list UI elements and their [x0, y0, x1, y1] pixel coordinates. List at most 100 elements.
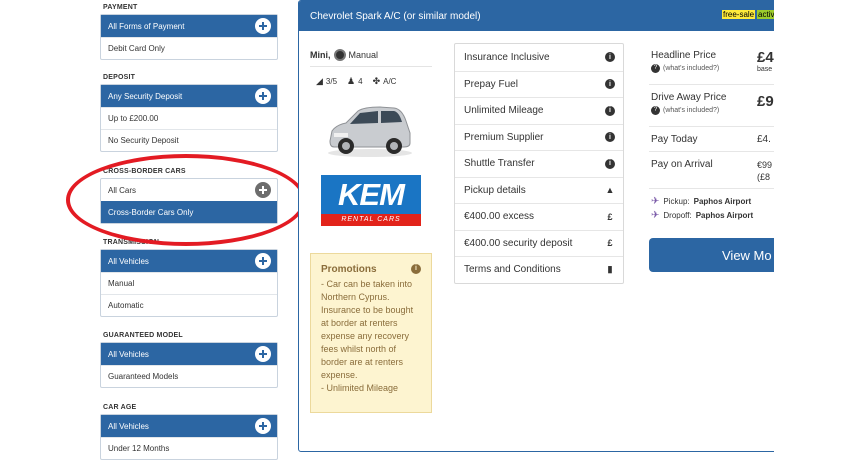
filter-option-label: Any Security Deposit — [108, 91, 183, 101]
feature-premium-supplier[interactable]: Premium Supplier i — [455, 123, 623, 151]
info-icon[interactable]: i — [605, 79, 615, 90]
promotions-box: Promotions i - Car can be taken into Nor… — [310, 253, 432, 413]
headline-price-basis: base — [757, 66, 773, 73]
filter-option-all-cars[interactable]: All Cars — [101, 179, 277, 201]
plane-icon: ✈ — [651, 209, 660, 221]
promotions-text: - Car can be taken into Northern Cyprus.… — [321, 279, 414, 380]
viewport-edge — [774, 0, 862, 463]
filter-option-label: No Security Deposit — [108, 136, 179, 145]
filter-option-guaranteed-models[interactable]: Guaranteed Models — [101, 365, 277, 387]
pay-on-arrival-euro: €99 — [757, 160, 773, 170]
vehicle-title: Chevrolet Spark A/C (or similar model) — [310, 10, 481, 22]
pickup-label: Pickup: — [663, 196, 690, 206]
filter-option-manual[interactable]: Manual — [101, 272, 277, 294]
deposit-options: Any Security Deposit Up to £200.00 No Se… — [100, 84, 278, 152]
filter-option-under-12-months[interactable]: Under 12 Months — [101, 437, 277, 459]
feature-label: €400.00 security deposit — [464, 237, 573, 249]
dropoff-location-name: Paphos Airport — [695, 210, 754, 220]
pay-on-arrival-value: €99 (£8 — [757, 159, 772, 183]
headline-price-label: Headline Price — [651, 50, 717, 61]
whats-included-text: (what's included?) — [663, 65, 720, 72]
car-age-title: CAR AGE — [103, 404, 137, 411]
filter-option-label: Guaranteed Models — [108, 372, 179, 381]
supplier-logo-text: KEM — [338, 177, 405, 212]
filter-option-any-deposit[interactable]: Any Security Deposit — [101, 85, 277, 107]
question-icon: ? — [651, 64, 660, 73]
expand-plus-icon[interactable] — [255, 182, 271, 198]
vehicle-image — [324, 103, 414, 159]
feature-security-deposit[interactable]: €400.00 security deposit £ — [455, 229, 623, 257]
seats-spec: ♟ 4 — [347, 76, 363, 87]
guaranteed-model-options: All Vehicles Guaranteed Models — [100, 342, 278, 388]
info-icon[interactable]: i — [605, 132, 615, 143]
filter-option-no-deposit[interactable]: No Security Deposit — [101, 129, 277, 151]
pay-on-arrival-gbp: (£8 — [757, 172, 771, 182]
guaranteed-model-title: GUARANTEED MODEL — [103, 332, 183, 339]
filter-option-all-payment[interactable]: All Forms of Payment — [101, 15, 277, 37]
filter-option-label: All Vehicles — [108, 256, 149, 266]
car-age-filter: CAR AGE All Vehicles Under 12 Months — [100, 403, 278, 460]
expand-plus-icon[interactable] — [255, 18, 271, 34]
feature-unlimited-mileage[interactable]: Unlimited Mileage i — [455, 97, 623, 124]
info-icon[interactable]: i — [605, 158, 615, 169]
feature-label: Prepay Fuel — [464, 78, 518, 90]
expand-plus-icon[interactable] — [255, 253, 271, 269]
pay-today-value: £4. — [757, 134, 771, 145]
whats-included-link[interactable]: ? (what's included?) — [651, 106, 726, 115]
road-icon[interactable]: ▲ — [605, 185, 615, 195]
filter-option-up-to-200[interactable]: Up to £200.00 — [101, 107, 277, 129]
feature-insurance[interactable]: Insurance Inclusive i — [455, 44, 623, 71]
filter-option-automatic[interactable]: Automatic — [101, 294, 277, 316]
pound-icon[interactable]: £ — [605, 238, 615, 248]
feature-pickup-details[interactable]: Pickup details ▲ — [455, 176, 623, 204]
filter-option-cross-border-only[interactable]: Cross-Border Cars Only — [101, 201, 277, 223]
filter-option-label: All Vehicles — [108, 349, 149, 359]
pay-today-label: Pay Today — [651, 134, 698, 145]
promotions-title: Promotions — [321, 264, 377, 275]
feature-prepay-fuel[interactable]: Prepay Fuel i — [455, 70, 623, 98]
dropoff-label: Dropoff: — [663, 210, 692, 220]
filter-option-all-vehicles[interactable]: All Vehicles — [101, 250, 277, 272]
pickup-location-name: Paphos Airport — [693, 196, 752, 206]
filter-option-label: All Cars — [108, 185, 137, 195]
feature-shuttle-transfer[interactable]: Shuttle Transfer i — [455, 150, 623, 177]
feature-terms[interactable]: Terms and Conditions ▮ — [455, 256, 623, 283]
document-icon[interactable]: ▮ — [605, 264, 615, 275]
filter-option-label: Cross-Border Cars Only — [108, 207, 194, 217]
filter-option-label: Debit Card Only — [108, 44, 165, 53]
payment-options: All Forms of Payment Debit Card Only — [100, 14, 278, 60]
supplier-logo-strip: RENTAL CARS — [321, 214, 421, 226]
feature-label: Insurance Inclusive — [464, 51, 550, 63]
filter-option-all-vehicles[interactable]: All Vehicles — [101, 343, 277, 365]
transmission-filter: TRANSMISSION All Vehicles Manual Automat… — [100, 238, 278, 317]
filter-option-all-vehicles[interactable]: All Vehicles — [101, 415, 277, 437]
info-icon[interactable]: i — [411, 264, 421, 274]
transmission-title: TRANSMISSION — [103, 239, 160, 246]
cross-border-title: CROSS-BORDER CARS — [103, 168, 186, 175]
drive-away-price-label: Drive Away Price — [651, 92, 727, 103]
filter-option-label: Manual — [108, 279, 135, 288]
features-list: Insurance Inclusive i Prepay Fuel i Unli… — [454, 43, 624, 284]
pay-on-arrival-label: Pay on Arrival — [651, 159, 713, 170]
expand-plus-icon[interactable] — [255, 88, 271, 104]
expand-plus-icon[interactable] — [255, 346, 271, 362]
supplier-logo: KEM RENTAL CARS — [321, 175, 421, 226]
headline-price-amount: £4 — [757, 49, 774, 66]
cross-border-options: All Cars Cross-Border Cars Only — [100, 178, 278, 224]
expand-plus-icon[interactable] — [255, 418, 271, 434]
headline-price-value: £4 base — [757, 49, 774, 73]
filter-option-label: Automatic — [108, 301, 144, 310]
pound-icon[interactable]: £ — [605, 212, 615, 222]
info-icon[interactable]: i — [605, 105, 615, 116]
filter-option-debit-card[interactable]: Debit Card Only — [101, 37, 277, 59]
whats-included-text: (what's included?) — [663, 107, 720, 114]
whats-included-link[interactable]: ? (what's included?) — [651, 64, 719, 73]
feature-excess[interactable]: €400.00 excess £ — [455, 203, 623, 230]
info-icon[interactable]: i — [605, 52, 615, 63]
vehicle-category-line: Mini, Manual — [310, 43, 432, 67]
free-sale-badge: free-sale — [722, 10, 756, 19]
filter-option-label: Up to £200.00 — [108, 114, 159, 123]
steering-wheel-icon — [333, 48, 346, 61]
deposit-filter: DEPOSIT Any Security Deposit Up to £200.… — [100, 73, 278, 152]
transmission-type: Manual — [348, 49, 379, 60]
